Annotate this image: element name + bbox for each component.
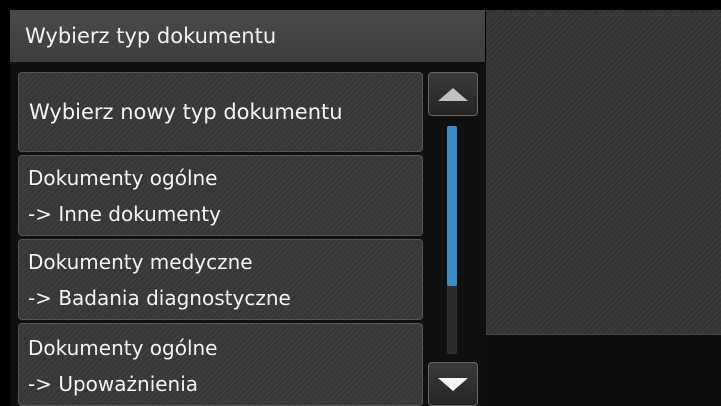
scroll-up-button[interactable] (428, 72, 478, 116)
triangle-down-icon (438, 377, 468, 391)
list-item-line1: Dokumenty ogólne (28, 165, 218, 190)
list-item-line2: -> Badania diagnostyczne (28, 285, 291, 310)
screen-title-bar: Wybierz typ dokumentu (10, 10, 485, 62)
menu-panel: Wybierz typ dokumentu Wybierz nowy typ d… (0, 0, 486, 406)
scroll-thumb[interactable] (447, 126, 457, 286)
triangle-up-icon (438, 87, 468, 101)
list-item-line1: Dokumenty ogólne (28, 336, 218, 360)
list-item-line1: Dokumenty medyczne (28, 249, 253, 274)
scrollbar[interactable] (428, 72, 480, 406)
list-item[interactable]: Dokumenty ogólne -> Upoważnienia (18, 323, 423, 406)
list-item-line2: -> Inne dokumenty (28, 201, 221, 226)
list-item-label: Wybierz nowy typ dokumentu (29, 100, 343, 124)
screen-title: Wybierz typ dokumentu (25, 24, 277, 48)
list-item[interactable]: Dokumenty ogólne -> Inne dokumenty (18, 155, 423, 236)
document-type-list: Wybierz nowy typ dokumentu Dokumenty ogó… (10, 62, 486, 406)
list-item-line2: -> Upoważnienia (28, 372, 199, 396)
side-panel-footer (486, 334, 721, 406)
scroll-down-button[interactable] (428, 362, 478, 406)
scroll-rail[interactable] (447, 126, 457, 354)
list-item[interactable]: Dokumenty medyczne -> Badania diagnostyc… (18, 239, 423, 320)
list-item-new-document-type[interactable]: Wybierz nowy typ dokumentu (18, 72, 423, 152)
side-panel (486, 10, 721, 334)
